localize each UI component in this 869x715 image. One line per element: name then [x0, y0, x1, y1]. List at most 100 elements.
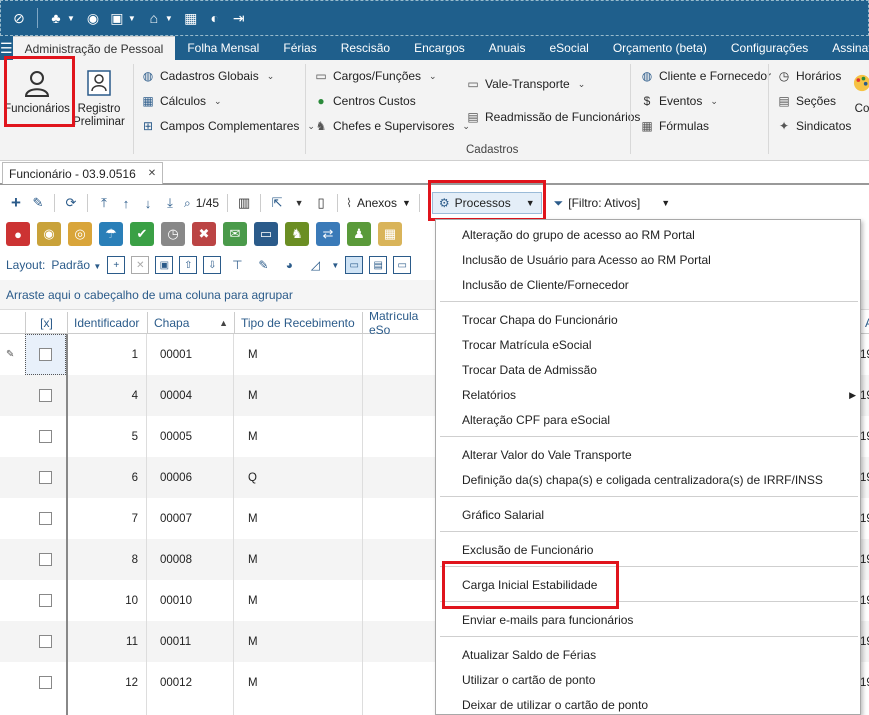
mail-check-icon[interactable]: ✉: [223, 222, 247, 246]
centros-custos-button[interactable]: ● Centros Custos: [314, 91, 415, 111]
secoes-button[interactable]: ▤ Seções: [777, 91, 836, 111]
tab-orcamento[interactable]: Orçamento (beta): [601, 36, 719, 60]
row-checkbox[interactable]: [25, 416, 66, 457]
menu-item-alterar-vale-transporte[interactable]: Alterar Valor do Vale Transporte: [462, 443, 632, 467]
row-checkbox[interactable]: [25, 457, 66, 498]
last-record-icon[interactable]: ⤓: [160, 192, 180, 214]
row-checkbox[interactable]: [25, 539, 66, 580]
eventos-button[interactable]: $ Eventos ⌄: [640, 91, 718, 111]
paint-icon[interactable]: ✎: [253, 254, 273, 276]
checkbox[interactable]: [39, 594, 52, 607]
tab-folha-mensal[interactable]: Folha Mensal: [175, 36, 271, 60]
filter-button[interactable]: ⏷ [Filtro: Ativos] ▼: [552, 192, 673, 214]
grid-calendar-icon[interactable]: ▦: [378, 222, 402, 246]
shapes-icon[interactable]: ◕: [279, 254, 299, 276]
columns-icon[interactable]: ▥: [234, 192, 254, 214]
formulas-button[interactable]: ▦ Fórmulas: [640, 116, 709, 136]
calculos-button[interactable]: ▦ Cálculos ⌄: [141, 91, 221, 111]
layout-preset-select[interactable]: Padrão ▼: [51, 258, 101, 272]
row-checkbox[interactable]: [25, 580, 66, 621]
campos-complementares-button[interactable]: ⊞ Campos Complementares ⌄: [141, 116, 315, 136]
menu-item-inclusao-usuario[interactable]: Inclusão de Usuário para Acesso ao RM Po…: [462, 248, 711, 272]
checkbox[interactable]: [39, 430, 52, 443]
checkbox[interactable]: [39, 635, 52, 648]
menu-item-definicao-chapas[interactable]: Definição da(s) chapa(s) e coligada cent…: [462, 468, 823, 492]
cliente-fornecedor-button[interactable]: ◍ Cliente e Fornecedor: [640, 66, 771, 86]
tab-configuracoes[interactable]: Configurações: [719, 36, 820, 60]
first-record-icon[interactable]: ⤒: [94, 192, 114, 214]
chevron-down-icon[interactable]: ▼: [67, 14, 75, 23]
menu-item-deixar-cartao-ponto[interactable]: Deixar de utilizar o cartão de ponto: [462, 693, 648, 715]
umbrella-icon[interactable]: ☂: [99, 222, 123, 246]
checkbox[interactable]: [39, 389, 52, 402]
menu-item-grafico-salarial[interactable]: Gráfico Salarial: [462, 503, 544, 527]
column-header-tipo-recebimento[interactable]: Tipo de Recebimento: [234, 312, 362, 334]
coins-icon[interactable]: ◉: [37, 222, 61, 246]
chart-icon[interactable]: ◿: [305, 254, 325, 276]
menu-item-enviar-emails[interactable]: Enviar e-mails para funcionários: [462, 608, 633, 632]
column-header-select[interactable]: [x]: [25, 312, 67, 334]
anexos-button[interactable]: ⌇ Anexos ▼: [344, 192, 413, 214]
vale-transporte-button[interactable]: ▭ Vale-Transporte ⌄: [466, 74, 585, 94]
tab-esocial[interactable]: eSocial: [537, 36, 600, 60]
column-header-matricula-esocial[interactable]: Matrícula eSo: [362, 312, 442, 337]
sindicatos-button[interactable]: ✦ Sindicatos: [777, 116, 851, 136]
row-checkbox[interactable]: [25, 621, 66, 662]
document-icon[interactable]: ▯: [311, 192, 331, 214]
add-icon[interactable]: +: [6, 192, 26, 214]
next-record-icon[interactable]: ↓: [138, 192, 158, 214]
calendar-remove-icon[interactable]: ✖: [192, 222, 216, 246]
column-header-chapa[interactable]: Chapa ▲: [147, 312, 234, 334]
remove-layout-icon[interactable]: ✕: [131, 256, 150, 274]
upload-icon[interactable]: ⇧: [179, 256, 198, 274]
cargos-funcoes-button[interactable]: ▭ Cargos/Funções ⌄: [314, 66, 436, 86]
export-icon[interactable]: ⇱: [267, 192, 287, 214]
layout-view-1-icon[interactable]: ▭: [345, 256, 364, 274]
clock-icon[interactable]: ◷: [161, 222, 185, 246]
window-icon[interactable]: ▣: [107, 8, 127, 28]
menu-item-relatorios[interactable]: Relatórios ▶: [462, 383, 856, 407]
menu-item-trocar-matricula[interactable]: Trocar Matrícula eSocial: [462, 333, 592, 357]
check-icon[interactable]: ✔: [130, 222, 154, 246]
tab-assinatura[interactable]: Assinatura Ele: [820, 36, 869, 60]
download-icon[interactable]: ⇩: [203, 256, 222, 274]
tab-rescisao[interactable]: Rescisão: [329, 36, 402, 60]
menu-item-trocar-data-admissao[interactable]: Trocar Data de Admissão: [462, 358, 597, 382]
user-remove-icon[interactable]: ●: [6, 222, 30, 246]
menu-item-trocar-chapa[interactable]: Trocar Chapa do Funcionário: [462, 308, 618, 332]
home-icon[interactable]: ⌂: [144, 8, 164, 28]
previous-record-icon[interactable]: ↑: [116, 192, 136, 214]
chevron-down-icon[interactable]: ▼: [331, 261, 339, 270]
org-icon[interactable]: ♣: [46, 8, 66, 28]
edit-icon[interactable]: ✎: [28, 192, 48, 214]
row-checkbox[interactable]: [25, 662, 66, 703]
co-button[interactable]: Co: [850, 66, 869, 134]
menu-item-utilizar-cartao-ponto[interactable]: Utilizar o cartão de ponto: [462, 668, 595, 692]
tab-anuais[interactable]: Anuais: [477, 36, 538, 60]
menu-item-inclusao-cliente[interactable]: Inclusão de Cliente/Fornecedor: [462, 273, 629, 297]
tab-encargos[interactable]: Encargos: [402, 36, 477, 60]
processos-button[interactable]: ⚙ Processos ▼: [431, 192, 542, 214]
layout-view-3-icon[interactable]: ▭: [393, 256, 412, 274]
cadastros-globais-button[interactable]: ◍ Cadastros Globais ⌄: [141, 66, 275, 86]
calculator-icon[interactable]: ▦: [181, 8, 201, 28]
column-header-identificador[interactable]: Identificador: [67, 312, 146, 334]
add-layout-icon[interactable]: +: [107, 256, 126, 274]
close-icon[interactable]: ✕: [148, 168, 156, 179]
globe-icon[interactable]: ◐: [205, 8, 225, 28]
exit-icon[interactable]: ⇥: [229, 8, 249, 28]
refresh-icon[interactable]: ⟳: [61, 192, 81, 214]
tab-administracao[interactable]: Administração de Pessoal: [12, 36, 176, 60]
row-checkbox[interactable]: [25, 498, 66, 539]
readmissao-button[interactable]: ▤ Readmissão de Funcionários: [466, 107, 640, 127]
row-checkbox[interactable]: [25, 375, 66, 416]
chevron-down-icon[interactable]: ▼: [289, 192, 309, 214]
layout-view-2-icon[interactable]: ▤: [369, 256, 388, 274]
save-layout-icon[interactable]: ▣: [155, 256, 174, 274]
menu-item-alteracao-grupo-acesso[interactable]: Alteração do grupo de acesso ao RM Porta…: [462, 223, 695, 247]
tab-ferias[interactable]: Férias: [271, 36, 328, 60]
money-add-icon[interactable]: ◎: [68, 222, 92, 246]
chevron-down-icon[interactable]: ▼: [128, 14, 136, 23]
group-add-icon[interactable]: ♟: [347, 222, 371, 246]
registro-preliminar-button[interactable]: Registro Preliminar: [68, 66, 130, 134]
